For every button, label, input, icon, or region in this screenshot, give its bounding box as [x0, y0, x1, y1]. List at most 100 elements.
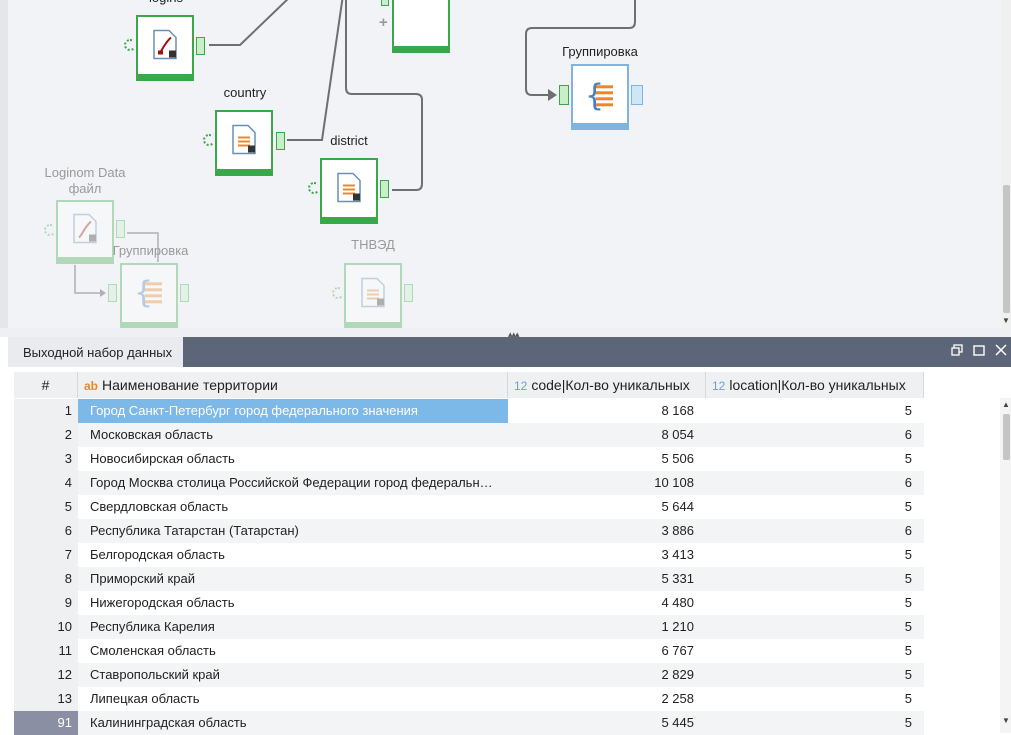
column-header-num[interactable]: #	[14, 372, 78, 398]
table-row[interactable]: 1 Город Санкт-Петербург город федерально…	[14, 399, 924, 423]
table-row[interactable]: 4 Город Москва столица Российской Федера…	[14, 471, 924, 495]
cell-code[interactable]: 8 168	[508, 399, 706, 423]
cell-location[interactable]: 5	[706, 543, 924, 567]
cell-name[interactable]: Приморский край	[78, 567, 508, 591]
cell-name[interactable]: Свердловская область	[78, 495, 508, 519]
cell-name[interactable]: Белгородская область	[78, 543, 508, 567]
node-district[interactable]	[320, 158, 378, 224]
cell-name[interactable]: Ставропольский край	[78, 663, 508, 687]
column-header-name[interactable]: ab Наименование территории	[78, 372, 508, 398]
column-header-name-label: Наименование территории	[102, 377, 278, 393]
tab-output-dataset[interactable]: Выходной набор данных	[8, 337, 183, 367]
cell-name[interactable]: Новосибирская область	[78, 447, 508, 471]
cell-location[interactable]: 6	[706, 519, 924, 543]
cell-location[interactable]: 5	[706, 447, 924, 471]
restore-icon[interactable]	[947, 337, 967, 367]
node-tnved-input[interactable]	[332, 287, 344, 299]
cell-code[interactable]: 5 644	[508, 495, 706, 519]
cell-code[interactable]: 2 258	[508, 687, 706, 711]
table-row[interactable]: 13 Липецкая область 2 258 5	[14, 687, 924, 711]
canvas-scrollbar[interactable]: ▼	[1001, 0, 1011, 328]
table-row[interactable]: 9 Нижегородская область 4 480 5	[14, 591, 924, 615]
table-row[interactable]: 6 Республика Татарстан (Татарстан) 3 886…	[14, 519, 924, 543]
panel-splitter[interactable]: ▴▴▴	[0, 328, 1011, 339]
maximize-icon[interactable]	[969, 337, 989, 367]
node-country[interactable]	[215, 110, 273, 176]
node-country-input[interactable]	[203, 134, 215, 146]
column-header-code[interactable]: 12 code|Кол-во уникальных	[508, 372, 706, 398]
node-grouping-faded-input[interactable]	[108, 284, 117, 302]
cell-name[interactable]: Липецкая область	[78, 687, 508, 711]
cell-location[interactable]: 5	[706, 687, 924, 711]
cell-code[interactable]: 4 480	[508, 591, 706, 615]
node-loginom-file[interactable]	[56, 200, 114, 264]
cell-location[interactable]: 5	[706, 591, 924, 615]
cell-name[interactable]: Нижегородская область	[78, 591, 508, 615]
cell-location[interactable]: 5	[706, 639, 924, 663]
table-row[interactable]: 91 Калининградская область 5 445 5	[14, 711, 924, 735]
cell-code[interactable]: 1 210	[508, 615, 706, 639]
node-top-partial-port[interactable]	[381, 0, 389, 6]
table-row[interactable]: 5 Свердловская область 5 644 5	[14, 495, 924, 519]
node-grouping[interactable]: {	[571, 64, 629, 130]
cell-location[interactable]: 5	[706, 567, 924, 591]
table-row[interactable]: 10 Республика Карелия 1 210 5	[14, 615, 924, 639]
cell-location[interactable]: 6	[706, 423, 924, 447]
cell-location[interactable]: 5	[706, 711, 924, 735]
node-country-output[interactable]	[276, 132, 285, 150]
cell-code[interactable]: 3 413	[508, 543, 706, 567]
cell-name[interactable]: Московская область	[78, 423, 508, 447]
cell-location[interactable]: 5	[706, 663, 924, 687]
cell-name[interactable]: Город Москва столица Российской Федераци…	[78, 471, 508, 495]
workflow-canvas[interactable]: + logins country district	[0, 0, 1011, 328]
cell-name[interactable]: Смоленская область	[78, 639, 508, 663]
wire-arrow	[548, 89, 557, 101]
node-top-partial[interactable]	[392, 0, 450, 53]
node-grouping-faded[interactable]: {	[120, 263, 178, 328]
cell-code[interactable]: 2 829	[508, 663, 706, 687]
canvas-scrollbar-thumb[interactable]	[1003, 185, 1010, 313]
node-grouping-input[interactable]	[559, 85, 569, 105]
grid-scroll-down[interactable]: ▼	[1002, 716, 1010, 725]
cell-name[interactable]: Калининградская область	[78, 711, 508, 735]
column-header-location[interactable]: 12 location|Кол-во уникальных	[706, 372, 924, 398]
cell-code[interactable]: 6 767	[508, 639, 706, 663]
node-loginom-file-input[interactable]	[44, 224, 56, 236]
cell-location[interactable]: 5	[706, 615, 924, 639]
cell-location[interactable]: 5	[706, 399, 924, 423]
table-row[interactable]: 2 Московская область 8 054 6	[14, 423, 924, 447]
cell-location[interactable]: 5	[706, 495, 924, 519]
node-tnved-output[interactable]	[404, 284, 413, 302]
grid-scrollbar[interactable]: ▲ ▼	[1000, 398, 1011, 733]
node-logins[interactable]	[136, 15, 194, 81]
table-row[interactable]: 11 Смоленская область 6 767 5	[14, 639, 924, 663]
node-district-input[interactable]	[308, 182, 320, 194]
grid-scroll-up[interactable]: ▲	[1002, 400, 1010, 409]
node-logins-input[interactable]	[124, 39, 136, 51]
table-row[interactable]: 8 Приморский край 5 331 5	[14, 567, 924, 591]
cell-code[interactable]: 5 445	[508, 711, 706, 735]
plus-icon[interactable]: +	[379, 14, 388, 31]
table-row[interactable]: 12 Ставропольский край 2 829 5	[14, 663, 924, 687]
node-district-output[interactable]	[380, 180, 389, 198]
cell-name[interactable]: Республика Татарстан (Татарстан)	[78, 519, 508, 543]
close-icon[interactable]	[991, 337, 1011, 367]
grid-scrollbar-thumb[interactable]	[1003, 414, 1010, 460]
cell-name[interactable]: Республика Карелия	[78, 615, 508, 639]
cell-code[interactable]: 8 054	[508, 423, 706, 447]
table-row[interactable]: 3 Новосибирская область 5 506 5	[14, 447, 924, 471]
cell-name[interactable]: Город Санкт-Петербург город федерального…	[78, 399, 508, 423]
node-logins-output[interactable]	[196, 37, 205, 55]
cell-code[interactable]: 5 506	[508, 447, 706, 471]
cell-code[interactable]: 5 331	[508, 567, 706, 591]
node-grouping-output[interactable]	[631, 85, 643, 105]
node-grouping-faded-output[interactable]	[180, 284, 189, 302]
cell-code[interactable]: 3 886	[508, 519, 706, 543]
canvas-scroll-down[interactable]: ▼	[1002, 316, 1010, 325]
node-label-loginom-file-line2: файл	[68, 181, 102, 196]
node-tnved[interactable]	[344, 263, 402, 328]
cell-code[interactable]: 10 108	[508, 471, 706, 495]
cell-location[interactable]: 6	[706, 471, 924, 495]
node-loginom-file-output[interactable]	[116, 220, 125, 238]
table-row[interactable]: 7 Белгородская область 3 413 5	[14, 543, 924, 567]
